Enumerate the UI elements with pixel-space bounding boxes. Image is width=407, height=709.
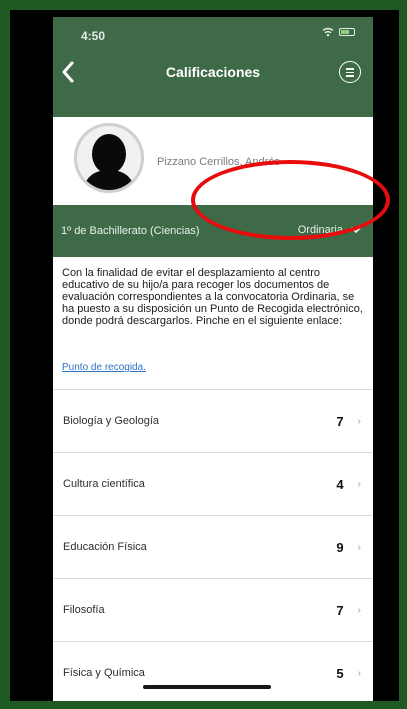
subject-name: Cultura científica: [63, 478, 145, 490]
wifi-icon: [322, 27, 334, 37]
subject-name: Filosofía: [63, 604, 105, 616]
list-item[interactable]: Filosofía 7 ›: [53, 579, 373, 642]
home-indicator[interactable]: [143, 685, 271, 689]
avatar: [74, 123, 144, 193]
list-item[interactable]: Biología y Geología 7 ›: [53, 390, 373, 453]
app-header: 4:50 Calificaciones: [53, 17, 373, 117]
chevron-right-icon: ›: [357, 541, 361, 553]
list-item[interactable]: Educación Física 9 ›: [53, 516, 373, 579]
subject-name: Educación Física: [63, 541, 147, 553]
chevron-right-icon: ›: [357, 604, 361, 616]
course-label: 1º de Bachillerato (Ciencias): [61, 225, 200, 237]
subject-grade: 7: [336, 413, 344, 429]
page-title: Calificaciones: [165, 64, 261, 80]
chevron-right-icon: ›: [357, 667, 361, 679]
list-item[interactable]: Cultura científica 4 ›: [53, 453, 373, 516]
status-time: 4:50: [81, 29, 106, 43]
chevron-right-icon: ›: [357, 415, 361, 427]
subject-name: Física y Química: [63, 667, 145, 679]
subject-grade: 4: [336, 476, 344, 492]
subject-list: Biología y Geología 7 › Cultura científi…: [53, 389, 373, 701]
annotation-ellipse: [191, 160, 390, 240]
list-item[interactable]: Física y Química 5 ›: [53, 642, 373, 701]
user-silhouette-icon: [83, 134, 135, 190]
subject-name: Biología y Geología: [63, 415, 160, 427]
pickup-info-text: Con la finalidad de evitar el desplazami…: [62, 267, 363, 327]
pickup-point-link[interactable]: Punto de recogida.: [62, 362, 146, 373]
battery-icon: [339, 28, 355, 36]
subject-grade: 5: [336, 665, 344, 681]
chevron-right-icon: ›: [357, 478, 361, 490]
menu-list-icon[interactable]: [339, 61, 361, 83]
subject-grade: 9: [336, 539, 344, 555]
status-icons: [322, 27, 355, 37]
phone-screen: 4:50 Calificaciones Pizzano Cerrillos, A…: [53, 17, 373, 701]
subject-grade: 7: [336, 602, 344, 618]
